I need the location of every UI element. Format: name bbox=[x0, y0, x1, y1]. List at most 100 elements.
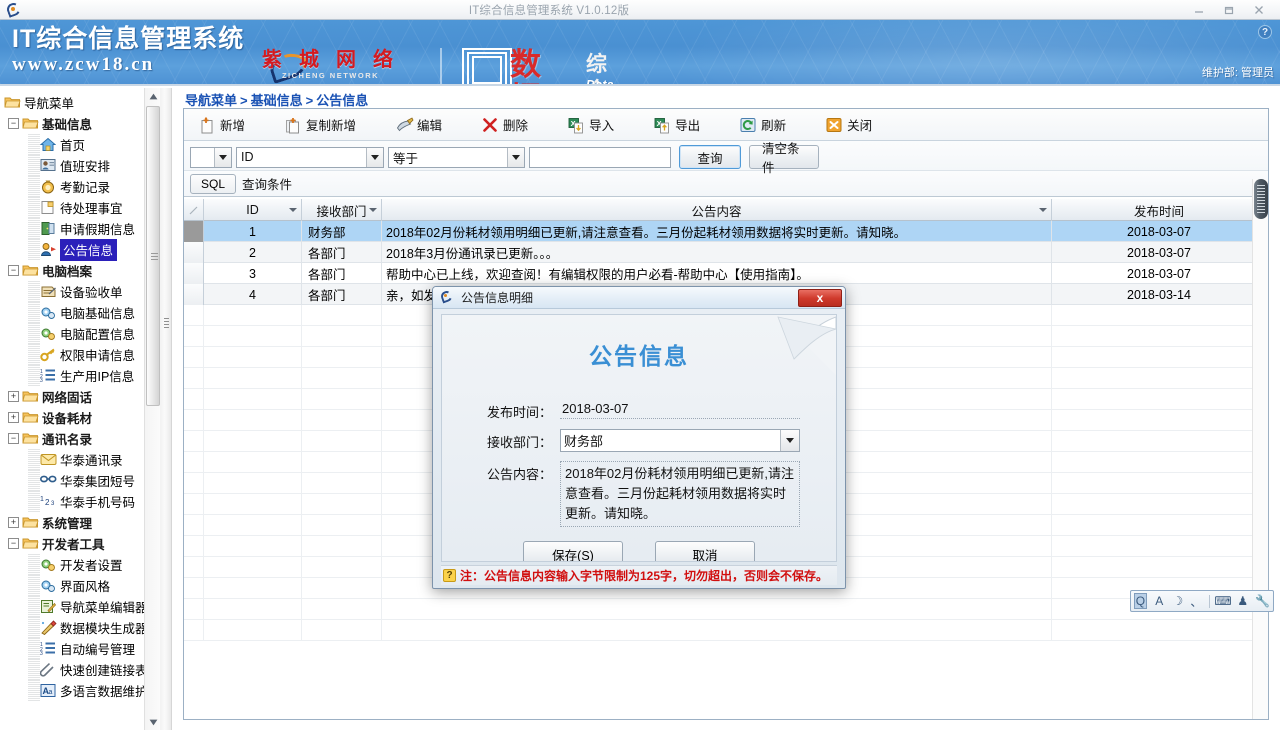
sidebar-item-4-0[interactable]: 华泰通讯录 bbox=[0, 449, 160, 470]
grid-vertical-scrollbar[interactable] bbox=[1252, 179, 1268, 719]
toolbar-button-0[interactable]: 新增 bbox=[190, 112, 254, 138]
dialog-close-button[interactable]: x bbox=[798, 289, 842, 307]
sidebar-item-4-1[interactable]: 华泰集团短号 bbox=[0, 470, 160, 491]
grid-select-all-header[interactable] bbox=[184, 199, 204, 221]
nav-group-0[interactable]: − 基础信息 bbox=[0, 113, 160, 134]
sidebar-item-1-2[interactable]: 电脑配置信息 bbox=[0, 323, 160, 344]
sidebar-item-6-3[interactable]: 数据模块生成器 bbox=[0, 617, 160, 638]
table-row[interactable]: 1 财务部 2018年02月份耗材领用明细已更新,请注意查看。三月份起耗材领用数据将… bbox=[184, 221, 1268, 242]
field-row-content[interactable]: 公告内容： 2018年02月份耗材领用明细已更新,请注意查看。三月份起耗材领用数… bbox=[470, 457, 836, 527]
receive-dept-select[interactable]: 财务部 bbox=[560, 429, 800, 452]
query-keyword-input[interactable] bbox=[529, 146, 671, 168]
sidebar-item-6-0[interactable]: 开发者设置 bbox=[0, 554, 160, 575]
navigation-tree[interactable]: 导航菜单 − 基础信息 首页 值班安排 考勤记录 待处理事宜 申请假期信息 公告信息 − 电脑档案设… bbox=[0, 88, 160, 701]
ime-comma-icon[interactable]: 、 bbox=[1190, 593, 1203, 609]
ime-letter-icon[interactable]: A bbox=[1153, 593, 1166, 609]
toolbar-button-3[interactable]: 删除 bbox=[473, 112, 537, 138]
minimize-button[interactable] bbox=[1184, 1, 1214, 19]
nav-group-4[interactable]: − 通讯名录 bbox=[0, 428, 160, 449]
ime-user-icon[interactable]: ♟ bbox=[1236, 593, 1249, 609]
collapse-icon[interactable]: − bbox=[8, 265, 19, 276]
sidebar-item-0-0[interactable]: 首页 bbox=[0, 134, 160, 155]
nav-root[interactable]: 导航菜单 bbox=[0, 92, 160, 113]
row-selector[interactable] bbox=[184, 221, 204, 242]
chevron-down-icon[interactable] bbox=[366, 147, 383, 167]
toolbar-button-7[interactable]: 关闭 bbox=[817, 112, 881, 138]
chevron-down-icon[interactable] bbox=[507, 147, 524, 167]
breadcrumb-item-1[interactable]: 基础信息 bbox=[251, 93, 303, 108]
sql-button[interactable]: SQL bbox=[190, 173, 237, 194]
ime-moon-icon[interactable]: ☽ bbox=[1171, 593, 1184, 609]
nav-group-3[interactable]: + 设备耗材 bbox=[0, 407, 160, 428]
query-operator-select[interactable]: 等于 bbox=[388, 146, 525, 168]
cancel-button[interactable]: 取消 bbox=[655, 541, 755, 561]
collapse-icon[interactable]: − bbox=[8, 118, 19, 129]
sidebar-item-6-6[interactable]: Aa 多语言数据维护 bbox=[0, 680, 160, 701]
sidebar-item-1-1[interactable]: 电脑基础信息 bbox=[0, 302, 160, 323]
row-selector[interactable] bbox=[184, 242, 204, 263]
sidebar-item-0-5[interactable]: 公告信息 bbox=[0, 238, 160, 261]
sidebar-item-0-4[interactable]: 申请假期信息 bbox=[0, 218, 160, 239]
sidebar-item-6-5[interactable]: 快速创建链接表 bbox=[0, 659, 160, 680]
breadcrumb-item-0[interactable]: 导航菜单 bbox=[185, 93, 237, 108]
sidebar-scroll-up-icon[interactable] bbox=[145, 88, 160, 104]
maximize-button[interactable] bbox=[1214, 1, 1244, 19]
sql-condition-row[interactable]: SQL 查询条件 bbox=[184, 171, 1268, 197]
toolbar-button-5[interactable]: X 导出 bbox=[645, 112, 709, 138]
grid-column-header-time[interactable]: 发布时间 bbox=[1052, 199, 1267, 221]
sidebar-item-6-2[interactable]: 导航菜单编辑器 bbox=[0, 596, 160, 617]
nav-group-1[interactable]: − 电脑档案 bbox=[0, 260, 160, 281]
ime-keyboard-icon[interactable]: ⌨ bbox=[1214, 593, 1231, 609]
grid-scroll-thumb[interactable] bbox=[1254, 179, 1268, 219]
close-button[interactable] bbox=[1244, 1, 1274, 19]
row-selector[interactable] bbox=[184, 284, 204, 305]
toolbar-button-4[interactable]: X 导入 bbox=[559, 112, 623, 138]
toolbar-button-1[interactable]: 复制新增 bbox=[276, 112, 365, 138]
toolbar-button-6[interactable]: 刷新 bbox=[731, 112, 795, 138]
search-button[interactable]: 查询 bbox=[679, 145, 741, 169]
collapse-icon[interactable]: − bbox=[8, 433, 19, 444]
sidebar-item-4-2[interactable]: 1 2 3 华泰手机号码 bbox=[0, 491, 160, 512]
navigation-sidebar[interactable]: 导航菜单 − 基础信息 首页 值班安排 考勤记录 待处理事宜 申请假期信息 公告信息 − 电脑档案设… bbox=[0, 88, 160, 730]
sidebar-scrollbar[interactable] bbox=[144, 88, 160, 730]
sidebar-item-6-4[interactable]: 1 2 3 自动编号管理 bbox=[0, 638, 160, 659]
collapse-icon[interactable]: − bbox=[8, 538, 19, 549]
announcement-detail-dialog[interactable]: 公告信息明细 x 公告信息 发布时间： 2018-03-07 接收部门： 财务部… bbox=[432, 286, 846, 589]
clear-conditions-button[interactable]: 清空条件 bbox=[749, 142, 819, 175]
grid-column-header-content[interactable]: 公告内容 bbox=[382, 199, 1052, 221]
expand-icon[interactable]: + bbox=[8, 391, 19, 402]
sidebar-scroll-down-icon[interactable] bbox=[145, 714, 160, 730]
column-filter-icon[interactable] bbox=[369, 208, 377, 212]
sidebar-item-0-1[interactable]: 值班安排 bbox=[0, 155, 160, 176]
table-row[interactable]: 2 各部门 2018年3月份通讯录已更新。。。 2018-03-07 bbox=[184, 242, 1268, 263]
sidebar-item-0-3[interactable]: 待处理事宜 bbox=[0, 197, 160, 218]
sidebar-item-1-4[interactable]: 1 2 3 生产用IP信息 bbox=[0, 365, 160, 386]
column-filter-icon[interactable] bbox=[1039, 208, 1047, 212]
expand-icon[interactable]: + bbox=[8, 412, 19, 423]
sidebar-item-0-2[interactable]: 考勤记录 bbox=[0, 176, 160, 197]
logic-operator-select[interactable] bbox=[190, 146, 232, 168]
sidebar-item-1-3[interactable]: 权限申请信息 bbox=[0, 344, 160, 365]
sidebar-scroll-thumb[interactable] bbox=[146, 106, 160, 406]
save-button[interactable]: 保存(S) bbox=[523, 541, 623, 561]
chevron-down-icon[interactable] bbox=[214, 147, 231, 167]
action-toolbar[interactable]: 新增 复制新增 编辑 删除 X 导入 X 导出 刷新 关闭 bbox=[184, 109, 1268, 141]
query-field-select[interactable]: ID bbox=[236, 146, 384, 168]
toolbar-button-2[interactable]: 编辑 bbox=[387, 112, 451, 138]
sidebar-splitter[interactable] bbox=[160, 88, 172, 730]
ime-mode-icon[interactable]: Q bbox=[1134, 593, 1147, 609]
grid-column-header-dept[interactable]: 接收部门 bbox=[302, 199, 382, 221]
query-filter-row[interactable]: ID 等于 查询 清空条件 bbox=[184, 141, 1268, 175]
nav-group-6[interactable]: − 开发者工具 bbox=[0, 533, 160, 554]
sidebar-item-6-1[interactable]: 界面风格 bbox=[0, 575, 160, 596]
grid-column-header-id[interactable]: ID bbox=[204, 199, 302, 221]
nav-group-2[interactable]: + 网络固话 bbox=[0, 386, 160, 407]
ime-wrench-icon[interactable]: 🔧 bbox=[1255, 593, 1270, 609]
breadcrumb-item-2[interactable]: 公告信息 bbox=[316, 93, 368, 108]
row-selector[interactable] bbox=[184, 263, 204, 284]
sidebar-item-1-0[interactable]: 设备验收单 bbox=[0, 281, 160, 302]
content-textarea[interactable]: 2018年02月份耗材领用明细已更新,请注意查看。三月份起耗材领用数据将实时更新… bbox=[560, 461, 800, 527]
ime-toolbar[interactable]: Q A ☽ 、 ⌨ ♟ 🔧 bbox=[1130, 590, 1274, 612]
field-row-receive-dept[interactable]: 接收部门： 财务部 bbox=[470, 425, 836, 452]
expand-icon[interactable]: + bbox=[8, 517, 19, 528]
